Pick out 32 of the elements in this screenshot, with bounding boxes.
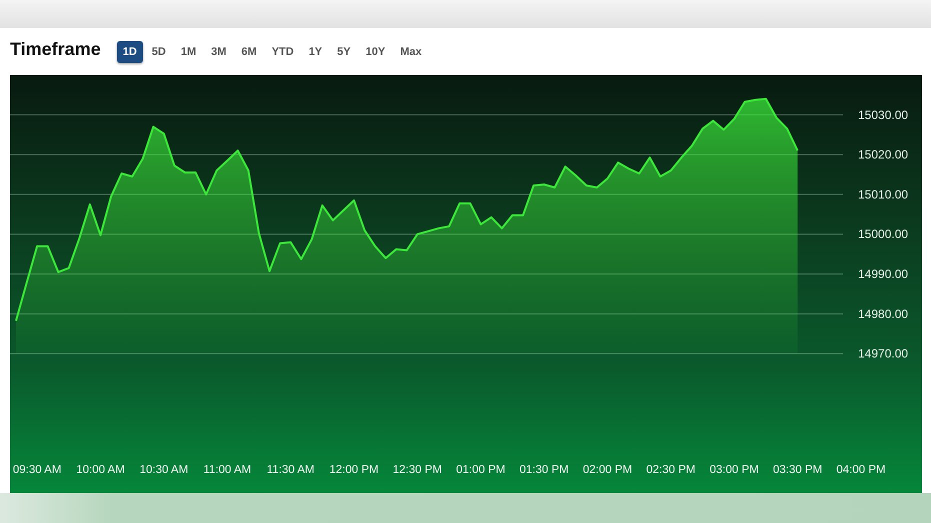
- timeframe-tab[interactable]: 1D: [116, 40, 143, 62]
- timeframe-tab[interactable]: Max: [394, 40, 428, 62]
- axis-label: 03:00 PM: [710, 464, 759, 476]
- timeframe-tab[interactable]: 5Y: [331, 40, 357, 62]
- timeframe-tab[interactable]: 6M: [235, 40, 263, 62]
- timeframe-tab[interactable]: 1Y: [302, 40, 328, 62]
- axis-label: 01:00 PM: [456, 464, 506, 476]
- axis-label: 12:00 PM: [329, 464, 379, 476]
- timeframe-tab[interactable]: YTD: [266, 40, 300, 62]
- axis-label: 02:00 PM: [582, 464, 632, 476]
- axis-label: 15010.00: [858, 187, 908, 202]
- axis-label: 01:30 PM: [520, 464, 569, 476]
- axis-label: 14980.00: [858, 306, 908, 321]
- axis-label: 09:30 AM: [12, 464, 62, 476]
- axis-label: 14990.00: [858, 267, 908, 282]
- axis-label: 10:00 AM: [76, 464, 125, 476]
- axis-label: 15030.00: [858, 108, 908, 122]
- axis-label: 15000.00: [858, 227, 908, 242]
- timeframe-tab[interactable]: 5D: [146, 40, 172, 62]
- axis-label: 03:30 PM: [773, 464, 822, 476]
- axis-label: 11:30 AM: [266, 464, 314, 476]
- axis-label: 10:30 AM: [140, 464, 188, 476]
- axis-label: 14970.00: [858, 346, 908, 361]
- axis-label: 02:30 PM: [646, 464, 696, 476]
- axis-label: 12:30 PM: [392, 464, 442, 476]
- axis-label: 15020.00: [858, 148, 908, 162]
- timeframe-tab[interactable]: 3M: [205, 40, 232, 62]
- section-title: Timeframe: [10, 39, 101, 61]
- axis-label: 04:00 PM: [836, 464, 886, 476]
- axis-label: 11:00 AM: [203, 464, 252, 476]
- timeframe-tab[interactable]: 1M: [174, 40, 202, 62]
- timeframe-tab[interactable]: 10Y: [360, 40, 392, 62]
